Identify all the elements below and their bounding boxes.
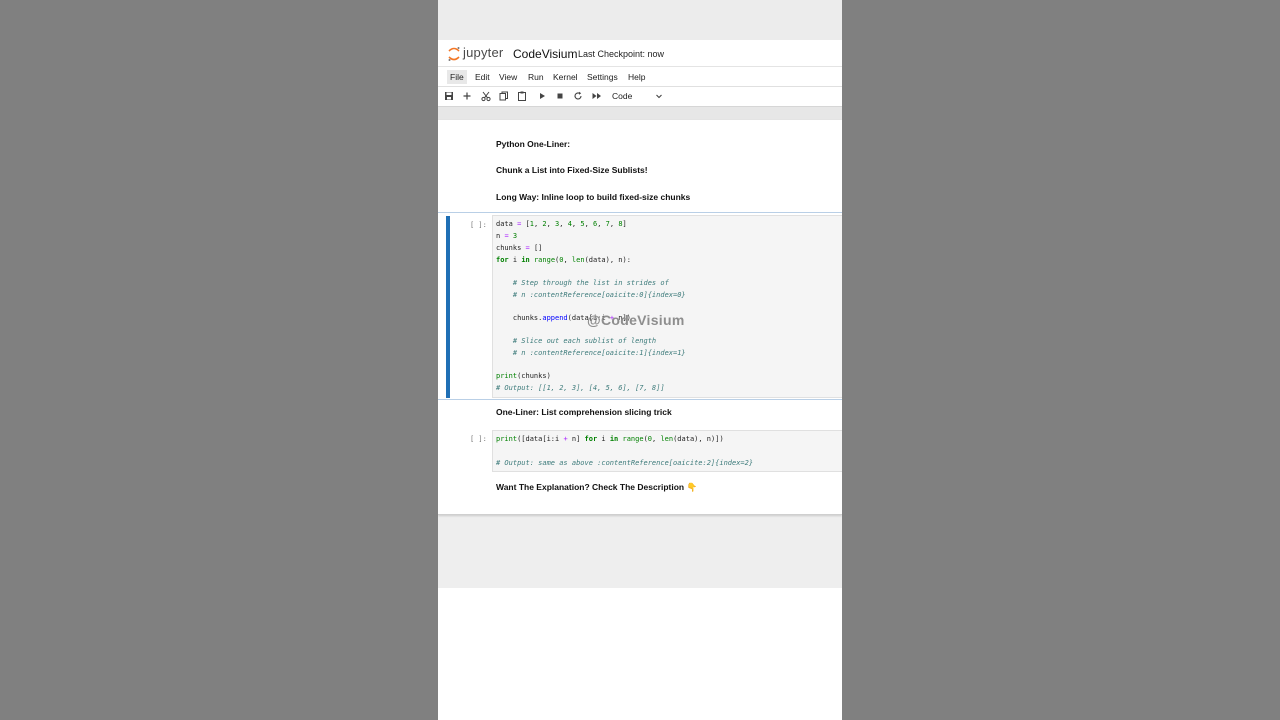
code-comment: # Slice out each sublist of length <box>496 337 657 345</box>
jupyter-app: jupyter CodeVisium Last Checkpoint: now … <box>438 40 842 588</box>
video-frame: jupyter CodeVisium Last Checkpoint: now … <box>438 0 842 720</box>
code-comment: # n :contentReference[oaicite:0]{index=0… <box>496 291 686 299</box>
code-comment: # Output: same as above :contentReferenc… <box>496 459 754 467</box>
code-editor[interactable] <box>492 215 842 398</box>
active-cell-indicator <box>446 216 450 398</box>
notebook-title[interactable]: CodeVisium <box>513 47 577 61</box>
paste-icon[interactable] <box>516 90 528 102</box>
code-line: print([data[i:i + n] for i in range(0, l… <box>496 435 724 443</box>
run-icon[interactable] <box>536 90 548 102</box>
code-comment: # n :contentReference[oaicite:1]{index=1… <box>496 349 686 357</box>
cell-prompt: [ ]: <box>470 435 487 443</box>
fast-forward-icon[interactable] <box>591 90 603 102</box>
toolbar-gap <box>438 107 842 120</box>
menu-settings[interactable]: Settings <box>584 70 621 84</box>
menu-help[interactable]: Help <box>625 70 648 84</box>
copy-icon[interactable] <box>498 90 510 102</box>
blank-area <box>438 588 842 720</box>
stop-icon[interactable] <box>554 90 566 102</box>
menu-view[interactable]: View <box>496 70 520 84</box>
jupyter-logo-icon[interactable] <box>447 46 461 62</box>
cell-prompt: [ ]: <box>470 221 487 229</box>
code-line: n = 3 <box>496 232 518 240</box>
channel-watermark: @CodeVisium <box>587 312 685 328</box>
code-line: print(chunks) <box>496 372 551 380</box>
menu-kernel[interactable]: Kernel <box>550 70 581 84</box>
code-line: chunks = [] <box>496 244 543 252</box>
menu-run[interactable]: Run <box>525 70 547 84</box>
code-line: for i in range(0, len(data), n): <box>496 256 631 264</box>
cell-type-select[interactable]: Code <box>612 90 664 103</box>
add-icon[interactable] <box>461 90 473 102</box>
markdown-explanation: Want The Explanation? Check The Descript… <box>496 482 698 492</box>
markdown-long-way: Long Way: Inline loop to build fixed-siz… <box>496 192 691 202</box>
restart-icon[interactable] <box>572 90 584 102</box>
markdown-heading: Python One-Liner: <box>496 139 571 149</box>
save-icon[interactable] <box>443 90 455 102</box>
code-comment: # Step through the list in strides of <box>496 279 669 287</box>
notebook-panel[interactable]: Python One-Liner: Chunk a List into Fixe… <box>438 120 842 515</box>
jupyter-logo-text: jupyter <box>463 45 504 60</box>
checkpoint-status: Last Checkpoint: now <box>578 49 665 59</box>
code-line: data = [1, 2, 3, 4, 5, 6, 7, 8] <box>496 220 627 228</box>
code-comment: # Output: [[1, 2, 3], [4, 5, 6], [7, 8]] <box>496 384 665 392</box>
chevron-down-icon <box>656 94 662 99</box>
markdown-subheading: Chunk a List into Fixed-Size Sublists! <box>496 165 648 175</box>
top-bar: jupyter CodeVisium Last Checkpoint: now <box>438 40 842 67</box>
cell-type-value: Code <box>612 91 633 101</box>
menu-file[interactable]: File <box>447 70 467 84</box>
markdown-one-liner: One-Liner: List comprehension slicing tr… <box>496 407 672 417</box>
menu-edit[interactable]: Edit <box>472 70 493 84</box>
cut-icon[interactable] <box>480 90 492 102</box>
toolbar: Code <box>438 87 842 107</box>
menu-bar: File Edit View Run Kernel Settings Help <box>438 67 842 87</box>
